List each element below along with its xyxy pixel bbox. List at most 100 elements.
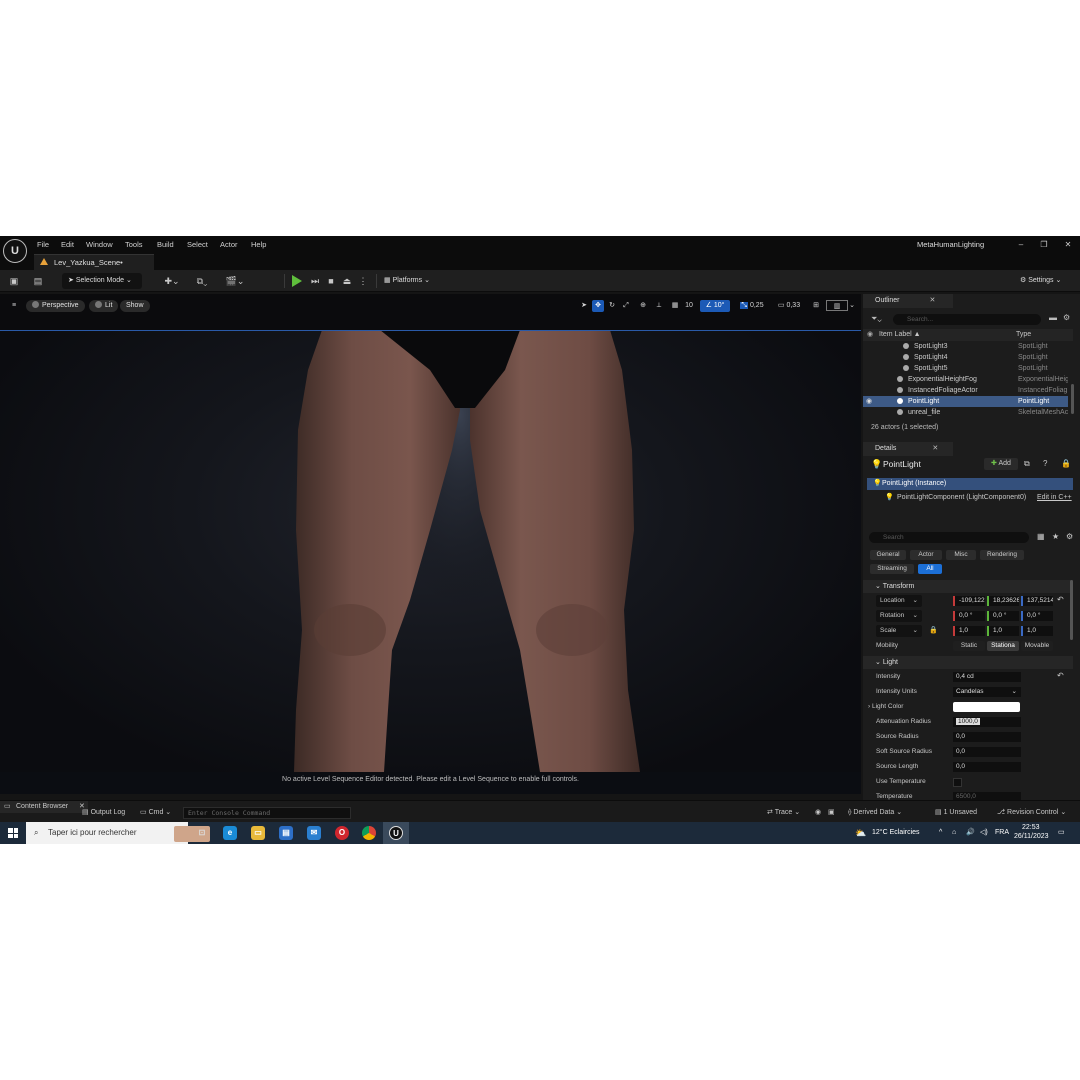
outliner-settings-icon[interactable]: ⚙ (1063, 313, 1070, 322)
mail-icon[interactable]: ✉ (307, 826, 321, 840)
light-color-swatch[interactable] (953, 702, 1020, 712)
close-icon[interactable]: ✕ (930, 297, 936, 304)
unsaved-button[interactable]: ▤ 1 Unsaved (935, 807, 977, 819)
attenuation-field[interactable]: 1000,0 (953, 717, 1021, 727)
scale-dropdown[interactable]: Scale ⌄ (876, 625, 922, 637)
windows-start-icon[interactable] (8, 828, 18, 838)
menu-file[interactable]: File (37, 239, 49, 251)
camera-speed-button[interactable]: ▭ 0,33 (773, 300, 805, 312)
scale-tool-icon[interactable]: ⤢ (620, 300, 632, 312)
outliner-row[interactable]: ExponentialHeightFog ExponentialHeig (863, 374, 1068, 385)
perspective-button[interactable]: Perspective (26, 300, 85, 312)
menu-edit[interactable]: Edit (61, 239, 74, 251)
blueprint-icon[interactable]: ⧉⌄ (192, 275, 212, 287)
opera-icon[interactable]: O (335, 826, 349, 840)
revision-control-button[interactable]: ⎇ Revision Control ⌄ (997, 807, 1066, 819)
rotation-y-field[interactable]: 0,0 ° (987, 611, 1019, 621)
reset-icon[interactable]: ↶ (1057, 595, 1064, 604)
transform-section-header[interactable]: ⌄ Transform (863, 580, 1073, 593)
visibility-icon[interactable]: ◉ (866, 396, 872, 407)
trace-button[interactable]: ⇄ Trace ⌄ (767, 807, 800, 819)
details-scrollbar[interactable] (1070, 580, 1073, 640)
column-item-label[interactable]: Item Label ▲ (879, 330, 921, 340)
category-misc[interactable]: Misc (946, 550, 976, 560)
outliner-scrollbar[interactable] (1071, 384, 1074, 414)
lock-icon[interactable]: 🔒 (1061, 459, 1071, 468)
notification-icon[interactable]: ▭ (1058, 827, 1065, 839)
stop-icon[interactable]: ■ (325, 275, 337, 287)
add-folder-icon[interactable]: ▬ (1049, 313, 1057, 322)
outliner-row[interactable]: SpotLight5 SpotLight (863, 363, 1068, 374)
clock-time[interactable]: 22:53 (1022, 823, 1040, 832)
screenshot-icon[interactable]: ▣ (828, 807, 835, 819)
taskbar-search[interactable]: ⌕ Taper ici pour rechercher (26, 822, 210, 844)
component-row[interactable]: 💡 PointLightComponent (LightComponent0) … (867, 492, 1073, 504)
source-radius-field[interactable]: 0,0 (953, 732, 1021, 742)
menu-window[interactable]: Window (86, 239, 113, 251)
viewport-scene[interactable] (0, 330, 861, 772)
rotate-tool-icon[interactable]: ↻ (606, 300, 618, 312)
location-y-field[interactable]: 18,23626 (987, 596, 1019, 606)
weather-text[interactable]: 12°C Eclaircies (872, 827, 920, 839)
speaker-icon[interactable]: ◁) (980, 827, 988, 839)
filter-icon[interactable]: ⏷⌄ (871, 314, 882, 324)
menu-select[interactable]: Select (187, 239, 208, 251)
outliner-row[interactable]: InstancedFoliageActor InstancedFoliag (863, 385, 1068, 396)
rotation-z-field[interactable]: 0,0 ° (1021, 611, 1053, 621)
sound-icon[interactable]: 🔊 (966, 827, 975, 839)
record-icon[interactable]: ◉ (815, 807, 821, 819)
component-instance-row[interactable]: 💡 PointLight (Instance) (867, 478, 1073, 490)
scale-z-field[interactable]: 1,0 (1021, 626, 1053, 636)
scale-snap-button[interactable]: ⤡ 0,25 (736, 300, 768, 312)
file-explorer-icon[interactable]: ▭ (251, 826, 265, 840)
world-space-icon[interactable]: ⊕ (637, 300, 649, 312)
add-actor-icon[interactable]: ✚⌄ (162, 275, 182, 287)
menu-actor[interactable]: Actor (220, 239, 238, 251)
favorite-star-icon[interactable]: ★ (1052, 532, 1059, 541)
translate-tool-icon[interactable]: ✥ (592, 300, 604, 312)
chevron-down-icon[interactable]: ⌄ (848, 300, 856, 312)
mobility-stationary[interactable]: Stationa (987, 641, 1019, 651)
scale-y-field[interactable]: 1,0 (987, 626, 1019, 636)
reset-icon[interactable]: ↶ (1057, 671, 1064, 680)
unreal-logo-icon[interactable]: U (3, 239, 27, 263)
add-component-button[interactable]: ✚ Add (984, 458, 1018, 470)
save-icon[interactable]: ▣ (8, 275, 20, 287)
help-icon[interactable]: ? (1043, 459, 1047, 468)
content-browser-tab[interactable]: ▭ Content Browser ✕ (0, 801, 88, 813)
weather-icon[interactable]: ⛅ (855, 827, 866, 839)
language-indicator[interactable]: FRA (995, 827, 1009, 839)
settings-button[interactable]: ⚙ Settings ⌄ (1020, 273, 1061, 289)
level-tab[interactable]: Lev_Yazkua_Scene• (34, 254, 154, 270)
blueprint-convert-icon[interactable]: ⧉ (1024, 459, 1030, 469)
rotation-dropdown[interactable]: Rotation ⌄ (876, 610, 922, 622)
outliner-row[interactable]: SpotLight3 SpotLight (863, 341, 1068, 352)
maximize-viewport-icon[interactable]: ⊞ (810, 300, 822, 312)
category-general[interactable]: General (870, 550, 906, 560)
close-window-icon[interactable]: ✕ (1061, 239, 1075, 251)
table-view-icon[interactable]: ▦ (1037, 532, 1045, 541)
cinematics-icon[interactable]: 🎬⌄ (225, 275, 245, 287)
light-section-header[interactable]: ⌄ Light (863, 656, 1073, 669)
location-z-field[interactable]: 137,5214 (1021, 596, 1053, 606)
grid-snap-value[interactable]: 10 (682, 300, 696, 312)
surface-snap-icon[interactable]: ⟂ (653, 300, 665, 312)
category-streaming[interactable]: Streaming (870, 564, 914, 574)
scale-x-field[interactable]: 1,0 (953, 626, 985, 636)
viewport-menu-icon[interactable]: ≡ (8, 300, 20, 312)
location-dropdown[interactable]: Location ⌄ (876, 595, 922, 607)
output-log-button[interactable]: ▤ Output Log (82, 807, 125, 819)
play-options-icon[interactable]: ⋮ (357, 275, 369, 287)
close-icon[interactable]: ✕ (932, 445, 938, 452)
mobility-static[interactable]: Static (953, 641, 985, 651)
details-settings-icon[interactable]: ⚙ (1066, 532, 1073, 541)
location-x-field[interactable]: -109,122 (953, 596, 985, 606)
cmd-dropdown[interactable]: ▭ Cmd ⌄ (140, 807, 171, 819)
outliner-row-selected[interactable]: ◉ PointLight PointLight (863, 396, 1068, 407)
unreal-taskbar-button[interactable]: U (383, 822, 409, 844)
rotation-snap-button[interactable]: ∠ 10° (700, 300, 730, 312)
network-icon[interactable]: ⌂ (952, 827, 956, 839)
store-icon[interactable]: ▤ (279, 826, 293, 840)
source-length-field[interactable]: 0,0 (953, 762, 1021, 772)
chrome-icon[interactable] (362, 826, 376, 840)
